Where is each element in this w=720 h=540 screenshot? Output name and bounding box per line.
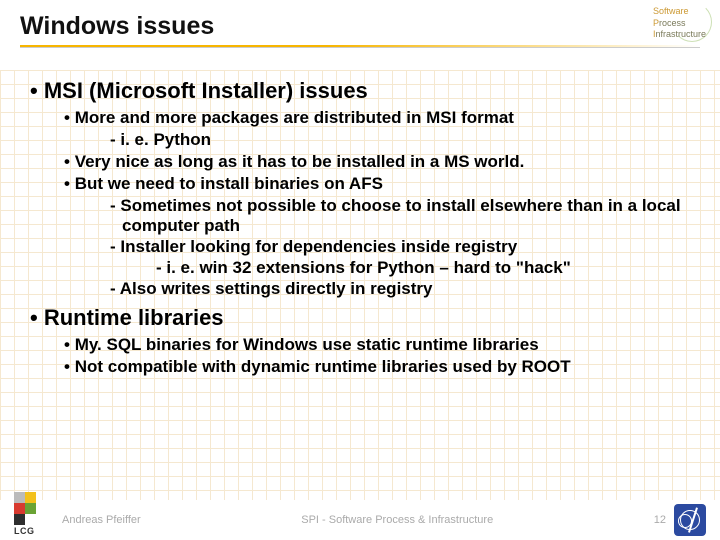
item-1-3c: Also writes settings directly in registr… xyxy=(110,279,690,299)
title-underline xyxy=(20,45,700,48)
slide-footer: LCG Andreas Pfeiffer SPI - Software Proc… xyxy=(0,500,720,540)
slide-content: MSI (Microsoft Installer) issues More an… xyxy=(0,56,720,377)
cern-logo xyxy=(674,504,706,536)
footer-center: SPI - Software Process & Infrastructure xyxy=(141,514,654,526)
footer-page: 12 xyxy=(654,514,666,526)
spi-logo-line3: nfrastructure xyxy=(655,29,706,39)
lcg-logo: LCG xyxy=(14,492,36,536)
item-1-1a: i. e. Python xyxy=(110,130,690,150)
slide-header: Windows issues xyxy=(0,0,720,56)
item-1-3b: Installer looking for dependencies insid… xyxy=(110,237,690,257)
section-1-title: MSI (Microsoft Installer) issues xyxy=(30,78,690,104)
footer-author: Andreas Pfeiffer xyxy=(62,514,141,526)
item-1-3a: Sometimes not possible to choose to inst… xyxy=(110,196,690,236)
spi-logo-line2: rocess xyxy=(659,18,686,28)
spi-logo-line1: Software xyxy=(653,6,689,16)
item-1-3b1: i. e. win 32 extensions for Python – har… xyxy=(156,258,690,278)
item-2-1: My. SQL binaries for Windows use static … xyxy=(64,335,690,355)
item-1-2: Very nice as long as it has to be instal… xyxy=(64,152,690,172)
item-1-3: But we need to install binaries on AFS xyxy=(64,174,690,194)
item-2-2: Not compatible with dynamic runtime libr… xyxy=(64,357,690,377)
spi-logo: Software Process Infrastructure xyxy=(653,6,706,41)
section-2-title: Runtime libraries xyxy=(30,305,690,331)
lcg-text: LCG xyxy=(14,526,35,536)
item-1-1: More and more packages are distributed i… xyxy=(64,108,690,128)
slide-title: Windows issues xyxy=(20,12,700,41)
